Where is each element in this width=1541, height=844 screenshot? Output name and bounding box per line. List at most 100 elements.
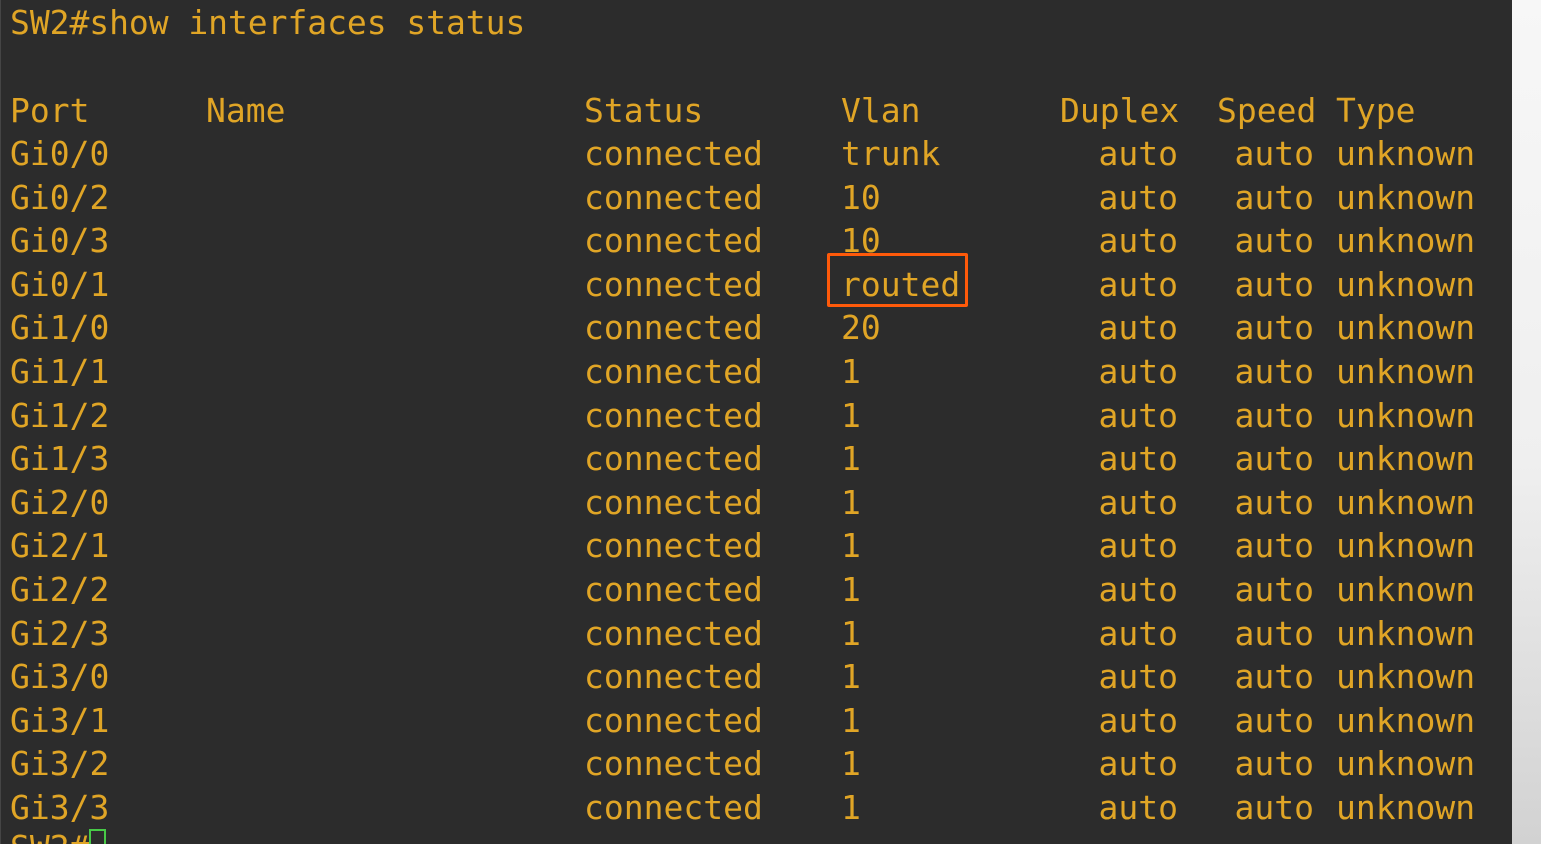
- cell-speed: auto: [1234, 788, 1314, 827]
- cell-port: Gi1/2: [10, 395, 110, 435]
- cell-type: unknown: [1336, 177, 1476, 217]
- cell-type: unknown: [1336, 439, 1476, 479]
- cell-speed: auto: [1234, 221, 1314, 261]
- cell-vlan: 1: [841, 482, 861, 522]
- cell-status: connected: [584, 134, 763, 173]
- cell-speed: auto: [1234, 700, 1314, 740]
- cell-status: connected: [584, 613, 763, 653]
- cell-vlan: 1: [841, 570, 861, 609]
- cell-duplex: auto: [1098, 308, 1178, 348]
- cell-status: connected: [584, 264, 763, 304]
- cell-port: Gi1/3: [10, 439, 110, 479]
- cell-vlan: 20: [841, 308, 881, 348]
- cell-vlan: 1: [841, 395, 861, 435]
- cell-duplex: auto: [1098, 570, 1178, 609]
- cell-status: connected: [584, 526, 763, 566]
- cell-vlan: 1: [841, 526, 861, 566]
- cell-port: Gi1/1: [10, 352, 110, 391]
- table-row: Gi1/2 connected 1 auto auto unknown: [0, 399, 1512, 443]
- cell-vlan: 1: [841, 352, 861, 391]
- cell-vlan: 1: [841, 700, 861, 740]
- cell-port: Gi2/3: [10, 613, 110, 653]
- cell-type: unknown: [1336, 352, 1476, 391]
- header-status: Status: [584, 91, 704, 130]
- table-row: Gi2/1 connected 1 auto auto unknown: [0, 529, 1512, 573]
- cell-status: connected: [584, 744, 763, 784]
- cell-duplex: auto: [1098, 526, 1178, 566]
- cell-duplex: auto: [1098, 264, 1178, 304]
- cell-port: Gi0/3: [10, 221, 110, 261]
- cell-type: unknown: [1336, 570, 1476, 609]
- cell-vlan: 1: [841, 439, 861, 479]
- cell-speed: auto: [1234, 395, 1314, 435]
- cell-type: unknown: [1336, 482, 1476, 522]
- cell-duplex: auto: [1098, 439, 1178, 479]
- header-type: Type: [1336, 91, 1416, 130]
- cell-vlan: routed: [841, 264, 961, 304]
- cell-type: unknown: [1336, 308, 1476, 348]
- cell-type: unknown: [1336, 395, 1476, 435]
- cell-port: Gi3/3: [10, 788, 110, 827]
- cell-duplex: auto: [1098, 482, 1178, 522]
- cell-speed: auto: [1234, 744, 1314, 784]
- table-row: Gi1/0 connected 20 auto auto unknown: [0, 311, 1512, 355]
- table-row: Gi1/3 connected 1 auto auto unknown: [0, 442, 1512, 486]
- cell-speed: auto: [1234, 570, 1314, 609]
- header-port: Port: [10, 91, 90, 130]
- table-row: Gi3/3 connected 1 auto auto unknown: [0, 791, 1512, 835]
- table-row: Gi3/0 connected 1 auto auto unknown: [0, 660, 1512, 704]
- table-row: Gi0/0 connected trunk auto auto unknown: [0, 137, 1512, 181]
- header-speed: Speed: [1217, 91, 1317, 130]
- cell-duplex: auto: [1098, 788, 1178, 827]
- cell-duplex: auto: [1098, 395, 1178, 435]
- cell-port: Gi3/1: [10, 700, 110, 740]
- cell-status: connected: [584, 395, 763, 435]
- header-name: Name: [206, 91, 286, 130]
- cell-duplex: auto: [1098, 744, 1178, 784]
- cell-vlan: 1: [841, 613, 861, 653]
- cell-status: connected: [584, 570, 763, 609]
- cell-vlan: 1: [841, 657, 861, 697]
- cell-vlan: 1: [841, 744, 861, 784]
- cell-port: Gi0/2: [10, 177, 110, 217]
- cell-duplex: auto: [1098, 352, 1178, 391]
- cell-status: connected: [584, 482, 763, 522]
- cell-type: unknown: [1336, 700, 1476, 740]
- cell-speed: auto: [1234, 439, 1314, 479]
- command-line: SW2#show interfaces status: [10, 3, 526, 42]
- prompt-partial: SW2#: [10, 831, 89, 844]
- cell-port: Gi1/0: [10, 308, 110, 348]
- cell-speed: auto: [1234, 134, 1314, 173]
- cell-duplex: auto: [1098, 177, 1178, 217]
- cell-port: Gi2/2: [10, 570, 110, 609]
- cell-port: Gi0/1: [10, 264, 110, 304]
- cell-speed: auto: [1234, 177, 1314, 217]
- cell-status: connected: [584, 177, 763, 217]
- cell-type: unknown: [1336, 526, 1476, 566]
- cell-speed: auto: [1234, 657, 1314, 697]
- table-row: Gi0/2 connected 10 auto auto unknown: [0, 181, 1512, 225]
- terminal-cursor: [89, 829, 106, 844]
- header-vlan: Vlan: [841, 91, 921, 130]
- cell-type: unknown: [1336, 788, 1476, 827]
- cell-port: Gi3/0: [10, 657, 110, 697]
- cell-type: unknown: [1336, 657, 1476, 697]
- cell-type: unknown: [1336, 134, 1476, 173]
- table-row: Gi3/2 connected 1 auto auto unknown: [0, 747, 1512, 791]
- right-background-strip: [1512, 0, 1541, 844]
- cell-status: connected: [584, 700, 763, 740]
- cell-duplex: auto: [1098, 134, 1178, 173]
- cell-duplex: auto: [1098, 657, 1178, 697]
- header-duplex: Duplex: [1060, 91, 1180, 130]
- cell-vlan: 1: [841, 788, 861, 827]
- cell-type: unknown: [1336, 221, 1476, 261]
- cell-port: Gi3/2: [10, 744, 110, 784]
- cell-status: connected: [584, 439, 763, 479]
- terminal-window[interactable]: SW2#show interfaces status Port Name Sta…: [0, 0, 1512, 844]
- table-row: Gi2/0 connected 1 auto auto unknown: [0, 486, 1512, 530]
- cell-speed: auto: [1234, 482, 1314, 522]
- cell-vlan: trunk: [841, 134, 941, 173]
- cell-status: connected: [584, 657, 763, 697]
- cell-status: connected: [584, 221, 763, 261]
- cell-type: unknown: [1336, 613, 1476, 653]
